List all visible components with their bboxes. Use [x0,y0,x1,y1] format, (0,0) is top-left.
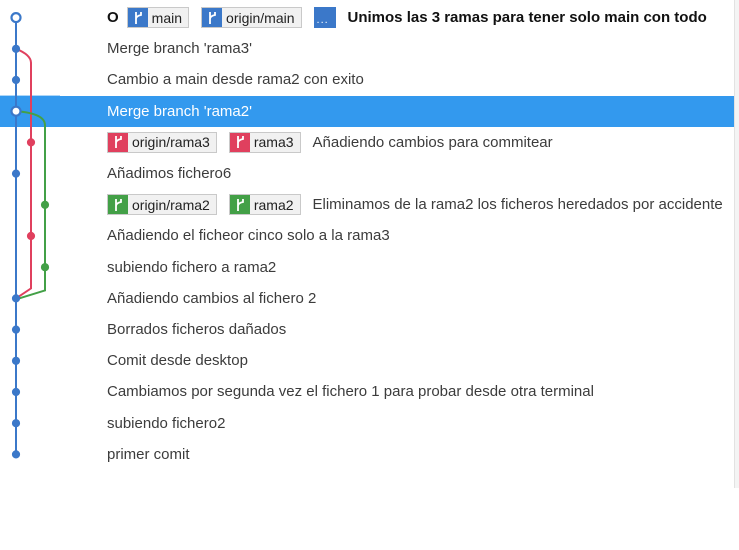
branch-icon [202,8,223,27]
commit-message: Añadiendo cambios para commitear [312,133,553,151]
commit-row[interactable]: Añadiendo el ficheor cinco solo a la ram… [0,220,739,251]
commit-node[interactable] [10,12,22,24]
commit-node[interactable] [40,263,50,272]
branch-icon [108,195,128,215]
commit-message: Cambiamos por segunda vez el fichero 1 p… [107,383,594,401]
commit-message: Merge branch 'rama3' [107,40,252,58]
commit-node[interactable] [40,200,50,209]
commit-message: subiendo fichero a rama2 [107,258,277,276]
commit-row-content: Cambio a main desde rama2 con exito [107,64,364,95]
branch-ref-tag[interactable]: main [126,7,190,28]
more-refs-icon: ... [316,14,329,26]
branch-ref-label: origin/rama3 [132,134,210,151]
commit-row[interactable]: Cambiamos por segunda vez el fichero 1 p… [0,376,739,407]
commit-node[interactable] [26,138,36,147]
commit-row-content: Borrados ficheros dañados [107,314,286,345]
more-refs-button[interactable]: ... [313,7,336,28]
commit-message: Unimos las 3 ramas para tener solo main … [347,9,707,26]
commit-row[interactable]: Cambio a main desde rama2 con exito [0,64,739,95]
commit-row-content: origin/rama2 rama2 Eliminamos de la rama2 … [107,189,723,220]
branch-icon [229,195,250,215]
commit-row[interactable]: primer comit [0,439,739,470]
branch-ref-label: rama2 [253,196,294,213]
commit-graph [0,12,60,459]
commit-node[interactable] [11,325,21,334]
commit-node[interactable] [11,450,21,459]
commit-node[interactable] [11,387,21,397]
commit-row[interactable]: Comit desde desktop [0,345,739,376]
commit-row-content: Añadiendo cambios al fichero 2 [107,283,316,314]
commit-node[interactable] [11,294,21,303]
commit-node[interactable] [11,419,21,428]
commit-node[interactable] [11,44,21,53]
commit-row-content: primer comit [107,439,190,470]
commit-message: subiendo fichero2 [107,414,226,432]
commit-row-content: subiendo fichero2 [107,408,225,439]
commit-row-content: subiendo fichero a rama2 [107,252,276,283]
commit-row-content: Merge branch 'rama2' [107,96,252,127]
branch-ref-tag[interactable]: rama3 [228,131,301,153]
branch-ref-label: origin/rama2 [132,196,210,213]
commit-row-content: Comit desde desktop [107,345,248,376]
commit-row[interactable]: subiendo fichero2 [0,408,739,439]
commit-node[interactable] [11,75,21,85]
branch-ref-tag[interactable]: origin/main [201,7,302,28]
commit-row[interactable]: origin/rama2 rama2 Eliminamos de la rama2 … [0,189,739,220]
commit-row-content: Cambiamos por segunda vez el fichero 1 p… [107,376,594,407]
commit-row-content: Añadiendo el ficheor cinco solo a la ram… [107,220,390,251]
commit-row[interactable]: Omain origin/main... Unimos las 3 ramas pa… [0,2,739,33]
branch-ref-label: origin/main [226,9,295,26]
commit-row[interactable]: Añadiendo cambios al fichero 2 [0,283,739,314]
commit-message: Añadimos fichero6 [107,165,232,182]
branch-ref-label: rama3 [253,134,294,151]
branch-icon [127,8,148,27]
commit-row-content: Merge branch 'rama3' [107,33,252,64]
commit-message: Añadiendo el ficheor cinco solo a la ram… [107,227,390,245]
branch-ref-tag[interactable]: origin/rama2 [107,194,217,216]
branch-icon [108,132,128,152]
scrollbar[interactable] [734,0,739,488]
commit-message: primer comit [107,445,190,463]
commit-row[interactable]: origin/rama3 rama3 Añadiendo cambios para … [0,127,739,158]
commit-message: Comit desde desktop [107,352,248,370]
commit-message: Añadiendo cambios al fichero 2 [107,289,317,307]
commit-row[interactable]: Añadimos fichero6 [0,158,739,189]
commit-row-content: Añadimos fichero6 [107,158,231,189]
head-marker: O [107,9,119,26]
commit-message: Merge branch 'rama2' [107,102,252,120]
commit-row[interactable]: subiendo fichero a rama2 [0,252,739,283]
commit-row[interactable]: Merge branch 'rama2' [0,95,739,127]
commit-history-panel: Omain origin/main... Unimos las 3 ramas pa… [0,0,739,488]
commit-row[interactable]: Merge branch 'rama3' [0,33,739,64]
commit-node[interactable] [26,231,36,241]
commit-node[interactable] [11,356,21,365]
branch-ref-tag[interactable]: origin/rama3 [107,131,217,153]
commit-row-content: origin/rama3 rama3 Añadiendo cambios para … [107,127,553,158]
commit-node[interactable] [11,169,21,178]
commit-message: Eliminamos de la rama2 los ficheros here… [312,196,723,214]
commit-row-content: Omain origin/main... Unimos las 3 ramas pa… [107,2,707,33]
branch-ref-tag[interactable]: rama2 [228,194,301,216]
commit-message: Cambio a main desde rama2 con exito [107,71,364,89]
branch-ref-label: main [151,9,183,26]
commit-row[interactable]: Borrados ficheros dañados [0,314,739,345]
commit-node[interactable] [10,105,22,117]
branch-icon [229,132,250,152]
commit-message: Borrados ficheros dañados [107,321,287,338]
